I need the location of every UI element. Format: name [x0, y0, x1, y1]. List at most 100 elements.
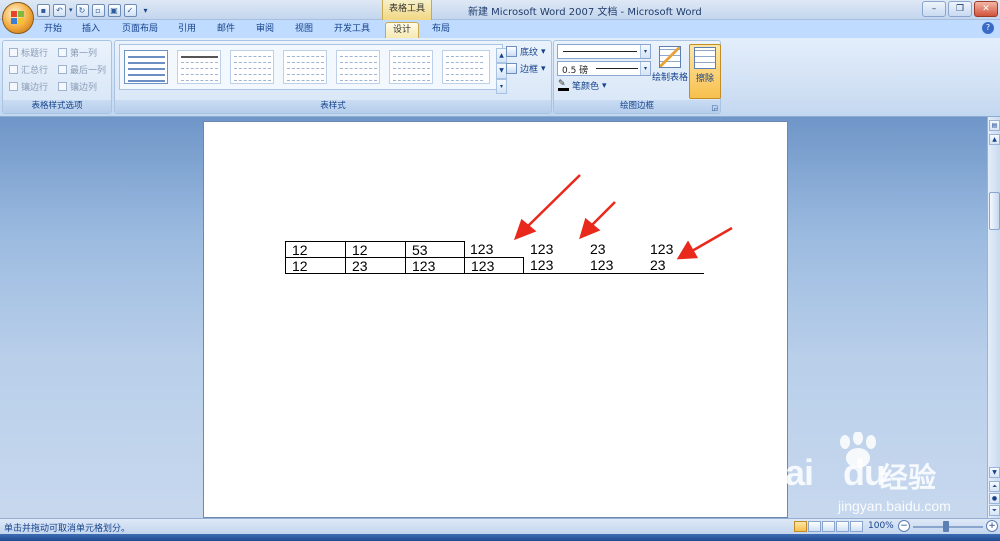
save-icon[interactable]: ▪: [37, 3, 50, 17]
tab-mailings[interactable]: 邮件: [211, 22, 241, 38]
ribbon-tabs: 开始 插入 页面布局 引用 邮件 审阅 视图 开发工具 设计 布局: [0, 20, 1000, 38]
checkbox-label: 最后一列: [70, 66, 107, 76]
draw-table-label: 绘制表格: [652, 73, 689, 83]
scroll-up-icon[interactable]: ▲: [989, 134, 1000, 145]
customize-qat-icon[interactable]: ▾: [144, 6, 148, 15]
checkbox-banded-columns[interactable]: 镶边列: [58, 80, 97, 93]
undo-dropdown-icon[interactable]: ▾: [69, 6, 73, 14]
erase-button[interactable]: 擦除: [689, 44, 721, 99]
table-style-thumb[interactable]: [177, 50, 221, 84]
red-arrow-icon: [676, 226, 733, 260]
help-icon[interactable]: ?: [982, 22, 994, 34]
zoom-out-icon[interactable]: −: [898, 520, 910, 532]
borders-label: 边框: [520, 65, 539, 75]
full-screen-reading-icon[interactable]: [808, 521, 821, 532]
table-style-thumb[interactable]: [442, 50, 490, 84]
title-bar: ▪ ↶ ▾ ↻ ▫ ▣ ✓ ▾ 表格工具 新建 Microsoft Word 2…: [0, 0, 1000, 20]
line-style-dropdown[interactable]: ▾: [557, 44, 651, 59]
ribbon: 标题行 第一列 汇总行 最后一列 镶边行 镶边列 表格样式选项 ▲ ▼ ▾ 底纹…: [0, 38, 1000, 117]
window-title: 新建 Microsoft Word 2007 文档 - Microsoft Wo…: [468, 7, 702, 18]
checkbox-first-column[interactable]: 第一列: [58, 46, 97, 59]
web-layout-icon[interactable]: [822, 521, 835, 532]
table-style-thumb[interactable]: [389, 50, 433, 84]
print-preview-icon[interactable]: ▣: [107, 3, 121, 17]
ruler-toggle-icon[interactable]: ▤: [989, 120, 1000, 131]
borders-button[interactable]: 边框 ▾: [506, 62, 546, 75]
table-style-thumb[interactable]: [283, 50, 327, 84]
status-bar: 单击并拖动可取消单元格划分。 100% − +: [0, 518, 1000, 534]
line-weight-value: 0.5 磅: [562, 66, 589, 76]
document-page[interactable]: 12 12 53 123 123 23 123 12 23 123 123 12…: [203, 121, 788, 518]
zoom-in-icon[interactable]: +: [986, 520, 998, 532]
checkbox-label: 第一列: [70, 49, 98, 59]
group-label: 表格样式选项: [3, 100, 111, 113]
checkbox-header-row[interactable]: 标题行: [9, 46, 48, 59]
table-style-thumb[interactable]: [124, 50, 168, 84]
eraser-icon: [694, 47, 716, 69]
spelling-icon[interactable]: ✓: [123, 3, 137, 17]
minimize-button[interactable]: –: [922, 1, 946, 17]
tab-view[interactable]: 视图: [289, 22, 319, 38]
view-buttons: [794, 521, 863, 532]
restore-button[interactable]: ❐: [948, 1, 972, 17]
checkbox-last-column[interactable]: 最后一列: [58, 63, 106, 76]
close-button[interactable]: ✕: [974, 1, 998, 17]
tab-insert[interactable]: 插入: [76, 22, 106, 38]
document-area: 12 12 53 123 123 23 123 12 23 123 123 12…: [0, 117, 987, 518]
table-style-thumb[interactable]: [230, 50, 274, 84]
browse-object-icon[interactable]: ●: [989, 493, 1000, 504]
tab-design[interactable]: 设计: [385, 22, 419, 38]
shading-button[interactable]: 底纹 ▾: [506, 45, 546, 58]
tab-developer[interactable]: 开发工具: [330, 22, 374, 38]
prev-page-icon[interactable]: ⏶: [989, 481, 1000, 492]
zoom-level[interactable]: 100%: [868, 521, 894, 531]
scroll-thumb[interactable]: [989, 192, 1000, 230]
tab-references[interactable]: 引用: [172, 22, 202, 38]
vertical-scrollbar[interactable]: ▤ ▲ ▼ ⏶ ● ⏷: [987, 117, 1000, 518]
dialog-launcher-icon[interactable]: ◲: [711, 104, 718, 112]
table-style-gallery[interactable]: ▲ ▼ ▾: [119, 44, 507, 94]
office-button[interactable]: [2, 2, 34, 34]
checkbox-total-row[interactable]: 汇总行: [9, 63, 48, 76]
pen-color-button[interactable]: ✎ 笔颜色 ▾: [558, 79, 607, 92]
table-style-thumb[interactable]: [336, 50, 380, 84]
red-arrow-icon: [513, 174, 581, 241]
borders-icon: [506, 63, 517, 74]
checkbox-label: 标题行: [21, 49, 49, 59]
table-style-options-group: 标题行 第一列 汇总行 最后一列 镶边行 镶边列 表格样式选项: [2, 40, 112, 114]
pen-color-label: 笔颜色: [572, 82, 600, 92]
print-layout-view-icon[interactable]: [794, 521, 807, 532]
status-message: 单击并拖动可取消单元格划分。: [4, 524, 131, 534]
draft-view-icon[interactable]: [850, 521, 863, 532]
outline-view-icon[interactable]: [836, 521, 849, 532]
erase-label: 擦除: [695, 74, 714, 84]
red-arrow-icon: [579, 201, 616, 240]
line-weight-dropdown[interactable]: 0.5 磅 ▾: [557, 61, 651, 76]
undo-icon[interactable]: ↶: [53, 3, 66, 17]
pen-icon: ✎: [558, 80, 569, 91]
group-label: 绘图边框: [554, 100, 720, 113]
next-page-icon[interactable]: ⏷: [989, 505, 1000, 516]
shading-label: 底纹: [520, 48, 539, 58]
group-label: 表样式: [115, 100, 551, 113]
office-logo-icon: [11, 11, 25, 25]
window-controls: – ❐ ✕: [922, 1, 998, 17]
tab-page-layout[interactable]: 页面布局: [118, 22, 162, 38]
scroll-down-icon[interactable]: ▼: [989, 467, 1000, 478]
redo-icon[interactable]: ↻: [75, 3, 89, 17]
taskbar: [0, 534, 1000, 541]
zoom-slider-knob[interactable]: [943, 521, 949, 532]
quick-access-toolbar: ▪ ↶ ▾ ↻ ▫ ▣ ✓ ▾: [37, 3, 148, 17]
new-doc-icon[interactable]: ▫: [91, 3, 105, 17]
draw-table-button[interactable]: 绘制表格: [652, 44, 688, 99]
shading-icon: [506, 46, 517, 57]
context-tab-table-tools: 表格工具: [382, 0, 432, 20]
gallery-more-icon[interactable]: ▾: [496, 78, 507, 94]
tab-review[interactable]: 审阅: [250, 22, 280, 38]
checkbox-label: 汇总行: [21, 66, 49, 76]
tab-home[interactable]: 开始: [38, 22, 68, 38]
tab-layout[interactable]: 布局: [426, 22, 456, 38]
annotation-arrows: [513, 174, 733, 260]
table-styles-group: ▲ ▼ ▾ 底纹 ▾ 边框 ▾ 表样式: [114, 40, 552, 114]
checkbox-banded-rows[interactable]: 镶边行: [9, 80, 48, 93]
